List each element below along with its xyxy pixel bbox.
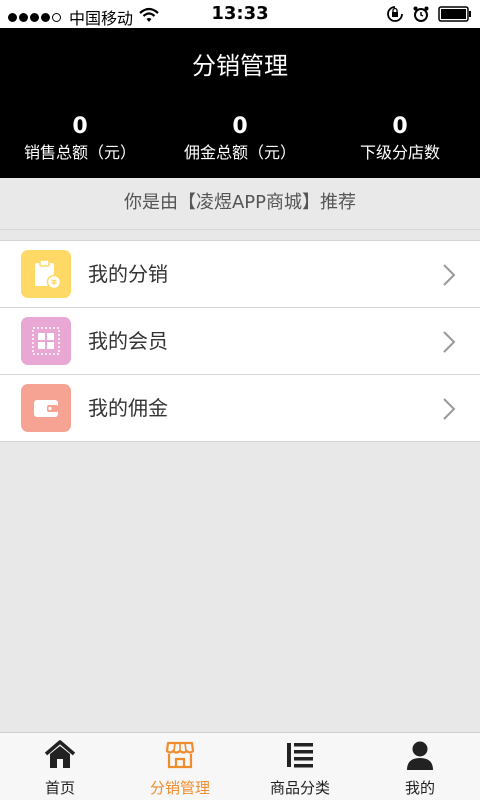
stat-label: 下级分店数	[359, 143, 440, 162]
menu-item-my-members[interactable]: 我的会员	[0, 308, 480, 375]
menu-item-my-distribution[interactable]: 我的分销	[0, 241, 480, 308]
tab-label: 我的	[404, 779, 435, 797]
wallet-icon	[21, 384, 71, 432]
clipboard-icon	[21, 250, 71, 298]
header: 分销管理 0 销售总额（元） 0 佣金总额（元） 0 下级分店数	[0, 28, 480, 178]
stat-sales-total: 0 销售总额（元）	[0, 114, 160, 166]
stat-value: 0	[232, 114, 248, 139]
grid-icon	[21, 317, 71, 365]
rotation-lock-icon	[386, 5, 404, 23]
stat-commission-total: 0 佣金总额（元）	[160, 114, 320, 166]
menu-list: 我的分销 我的会员 我的佣金	[0, 240, 480, 442]
stats-row: 0 销售总额（元） 0 佣金总额（元） 0 下级分店数	[0, 114, 480, 170]
home-icon	[44, 740, 76, 770]
page-title: 分销管理	[192, 52, 288, 80]
tab-label: 商品分类	[269, 779, 330, 797]
store-icon	[165, 740, 195, 770]
chevron-right-icon	[442, 330, 456, 358]
tab-label: 首页	[44, 779, 75, 797]
tab-mine[interactable]: 我的	[360, 733, 480, 800]
tab-bar: 首页 分销管理 商品分类 我的	[0, 732, 480, 800]
stat-value: 0	[392, 114, 408, 139]
menu-item-my-commission[interactable]: 我的佣金	[0, 375, 480, 442]
menu-item-label: 我的分销	[88, 262, 168, 286]
status-bar: 中国移动 13:33	[0, 0, 480, 28]
chevron-right-icon	[442, 263, 456, 291]
stat-label: 佣金总额（元）	[183, 143, 296, 162]
status-right	[378, 5, 472, 23]
referral-banner: 你是由【凌煜APP商城】推荐	[0, 178, 480, 230]
menu-item-label: 我的佣金	[88, 396, 168, 420]
user-icon	[405, 740, 435, 770]
list-icon	[285, 740, 315, 770]
stat-value: 0	[72, 114, 88, 139]
chevron-right-icon	[442, 397, 456, 425]
tab-label: 分销管理	[149, 779, 210, 797]
tab-categories[interactable]: 商品分类	[240, 733, 360, 800]
tab-distribution[interactable]: 分销管理	[120, 733, 240, 800]
battery-icon	[438, 6, 472, 22]
stat-label: 销售总额（元）	[23, 143, 136, 162]
stat-sub-stores: 0 下级分店数	[320, 114, 480, 166]
menu-item-label: 我的会员	[88, 329, 168, 353]
alarm-icon	[412, 5, 430, 23]
tab-home[interactable]: 首页	[0, 733, 120, 800]
